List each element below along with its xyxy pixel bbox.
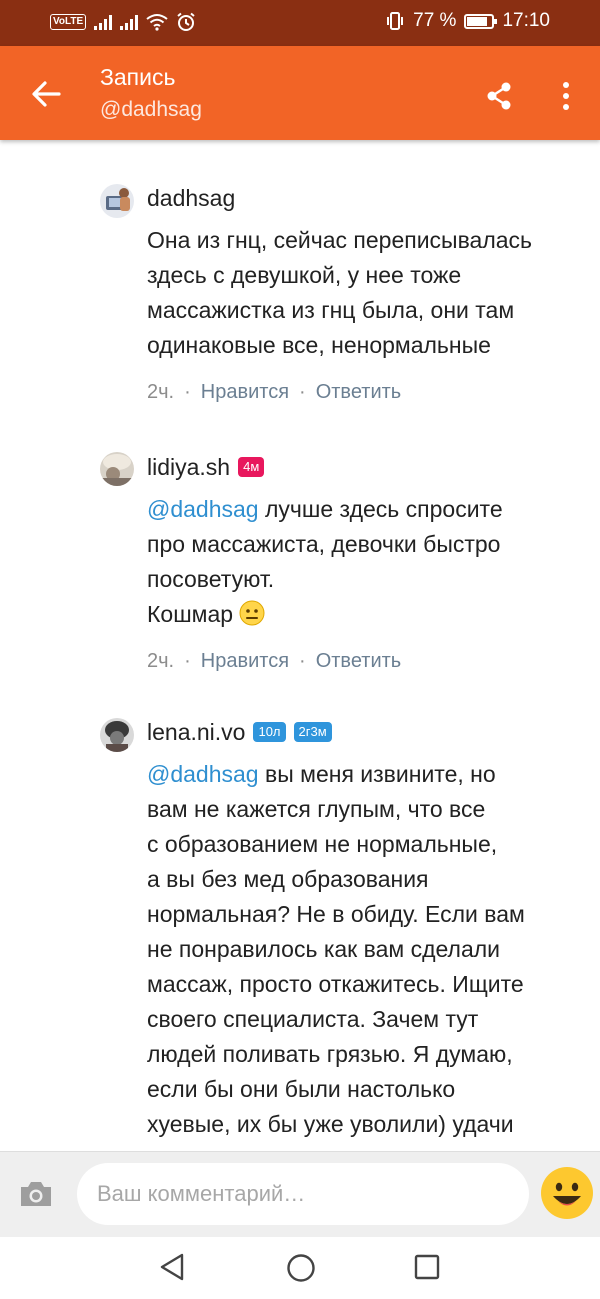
signal-icon-2 — [120, 14, 139, 30]
emoji-button[interactable] — [540, 1166, 594, 1220]
nav-recent-apps-icon[interactable] — [414, 1254, 440, 1280]
comment-composer — [0, 1151, 600, 1237]
member-badge: 2г3м — [293, 722, 332, 742]
avatar[interactable] — [100, 718, 134, 752]
battery-percent: 77 % — [413, 10, 457, 31]
arrow-left-icon — [32, 81, 61, 107]
mention-link[interactable]: @dadhsag — [147, 496, 259, 522]
avatar[interactable] — [100, 452, 134, 486]
comment-username[interactable]: lena.ni.vo — [147, 719, 245, 746]
member-badge: 10л — [253, 722, 286, 742]
more-options-button[interactable] — [552, 78, 580, 114]
more-vert-icon — [563, 82, 569, 88]
share-icon — [487, 82, 511, 110]
wifi-icon — [146, 14, 168, 31]
avatar[interactable] — [100, 184, 134, 218]
volte-indicator: VoLTE — [50, 14, 87, 30]
camera-icon — [21, 1182, 51, 1206]
like-button[interactable]: Нравится — [201, 650, 289, 673]
nav-back-icon[interactable] — [158, 1252, 186, 1282]
comment-meta: 2ч. · Нравится · Ответить — [147, 381, 402, 404]
mention-link[interactable]: @dadhsag — [147, 761, 259, 787]
signal-icon — [94, 14, 113, 30]
nav-home-icon[interactable] — [286, 1253, 316, 1283]
page-title: Запись — [100, 64, 176, 90]
share-button[interactable] — [482, 78, 518, 114]
comment-text: @dadhsag вы меня извините, но вам не каж… — [147, 761, 525, 1137]
vibrate-icon — [387, 12, 404, 30]
reply-button[interactable]: Ответить — [316, 381, 402, 404]
battery-icon — [464, 13, 498, 29]
smiley-emoji-icon — [541, 1167, 593, 1219]
app-bar: Запись @dadhsag — [0, 46, 600, 140]
neutral-face-emoji-icon — [239, 600, 265, 626]
reply-button[interactable]: Ответить — [316, 650, 402, 673]
comment-meta: 2ч. · Нравится · Ответить — [147, 650, 402, 673]
alarm-icon — [177, 12, 195, 31]
camera-button[interactable] — [18, 1179, 54, 1209]
comment-username[interactable]: dadhsag — [147, 185, 235, 212]
comment-username[interactable]: lidiya.sh — [147, 454, 230, 481]
clock: 17:10 — [502, 10, 550, 31]
comment-time: 2ч. — [147, 650, 175, 672]
like-button[interactable]: Нравится — [201, 381, 289, 404]
status-bar: VoLTE 77 % 17:10 — [0, 0, 600, 46]
page-subtitle: @dadhsag — [100, 98, 202, 121]
comment-text: Она из гнц, сейчас переписывалась здесь … — [147, 227, 533, 358]
comment-time: 2ч. — [147, 381, 175, 403]
system-nav-bar — [0, 1237, 600, 1299]
member-badge: 4м — [238, 457, 265, 477]
back-button[interactable] — [26, 74, 66, 114]
comment-input[interactable] — [77, 1163, 529, 1225]
comment-text: @dadhsag лучше здесь спросите про массаж… — [147, 496, 503, 627]
